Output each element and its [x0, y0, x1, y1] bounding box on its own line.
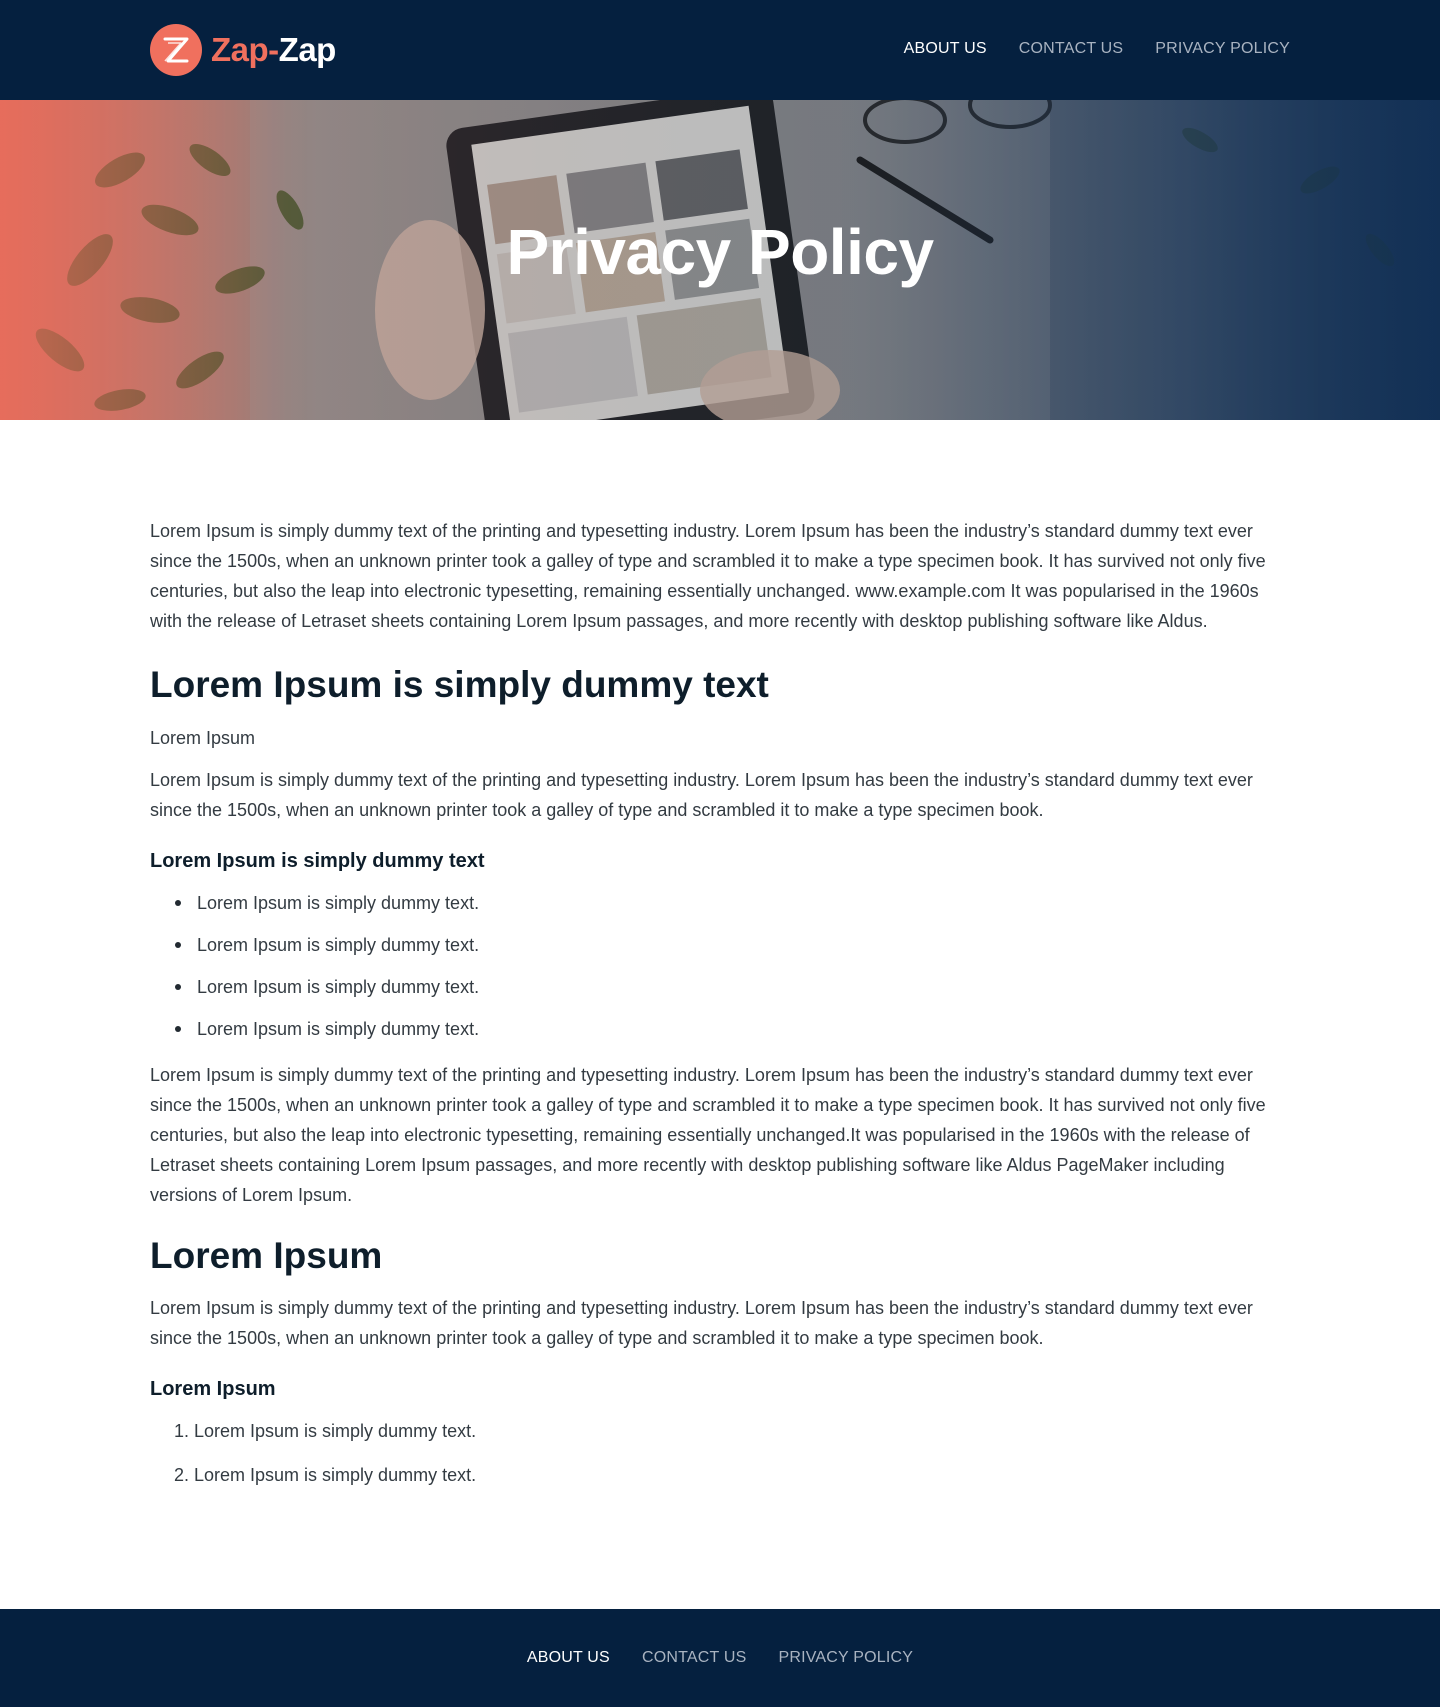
list-item: Lorem Ipsum is simply dummy text. [150, 1016, 1290, 1042]
list-item-text: Lorem Ipsum is simply dummy text. [194, 1421, 477, 1441]
nav-about-us[interactable]: ABOUT US [904, 38, 987, 60]
logo-wordmark: Zap-Zap [211, 24, 336, 76]
logo-z-icon [150, 24, 202, 76]
list-number: 2. [174, 1465, 190, 1485]
site-footer: ABOUT US CONTACT US PRIVACY POLICY [0, 1609, 1440, 1707]
list-item: Lorem Ipsum is simply dummy text. [150, 932, 1290, 958]
list-item: Lorem Ipsum is simply dummy text. [150, 890, 1290, 916]
bullet-list: Lorem Ipsum is simply dummy text. Lorem … [150, 890, 1290, 1042]
footer-nav: ABOUT US CONTACT US PRIVACY POLICY [0, 1647, 1440, 1669]
list-item: 2. Lorem Ipsum is simply dummy text. [150, 1462, 1290, 1488]
hero-banner: Privacy Policy [0, 100, 1440, 420]
header-nav: ABOUT US CONTACT US PRIVACY POLICY [904, 38, 1290, 60]
section-2-subheading: Lorem Ipsum [150, 1378, 276, 1400]
intro-paragraph: Lorem Ipsum is simply dummy text of the … [150, 521, 1266, 631]
list-number: 1. [174, 1421, 190, 1441]
section-2-paragraph: Lorem Ipsum is simply dummy text of the … [150, 1298, 1253, 1348]
section-1-heading: Lorem Ipsum is simply dummy text [150, 664, 769, 705]
section-1-subtext: Lorem Ipsum [150, 728, 256, 748]
site-header: Zap-Zap ABOUT US CONTACT US PRIVACY POLI… [0, 0, 1440, 100]
section-1-subheading: Lorem Ipsum is simply dummy text [150, 850, 485, 872]
policy-content: Lorem Ipsum is simply dummy text of the … [150, 516, 1290, 1506]
footer-nav-privacy-policy[interactable]: PRIVACY POLICY [778, 1647, 913, 1669]
list-item: Lorem Ipsum is simply dummy text. [150, 974, 1290, 1000]
logo[interactable]: Zap-Zap [150, 24, 336, 76]
logo-part-2: Zap [278, 31, 337, 68]
nav-contact-us[interactable]: CONTACT US [1019, 38, 1124, 60]
logo-dash: - [268, 31, 279, 68]
logo-part-1: Zap [211, 31, 269, 68]
nav-privacy-policy[interactable]: PRIVACY POLICY [1155, 38, 1290, 60]
list-item-text: Lorem Ipsum is simply dummy text. [194, 1465, 477, 1485]
section-1-paragraph-2: Lorem Ipsum is simply dummy text of the … [150, 1065, 1266, 1205]
section-2-heading: Lorem Ipsum [150, 1235, 383, 1276]
numbered-list: 1. Lorem Ipsum is simply dummy text. 2. Lo… [150, 1418, 1290, 1488]
footer-nav-about-us[interactable]: ABOUT US [527, 1647, 610, 1669]
section-1-paragraph: Lorem Ipsum is simply dummy text of the … [150, 770, 1253, 820]
footer-nav-contact-us[interactable]: CONTACT US [642, 1647, 747, 1669]
list-item: 1. Lorem Ipsum is simply dummy text. [150, 1418, 1290, 1444]
page-title: Privacy Policy [506, 216, 934, 288]
